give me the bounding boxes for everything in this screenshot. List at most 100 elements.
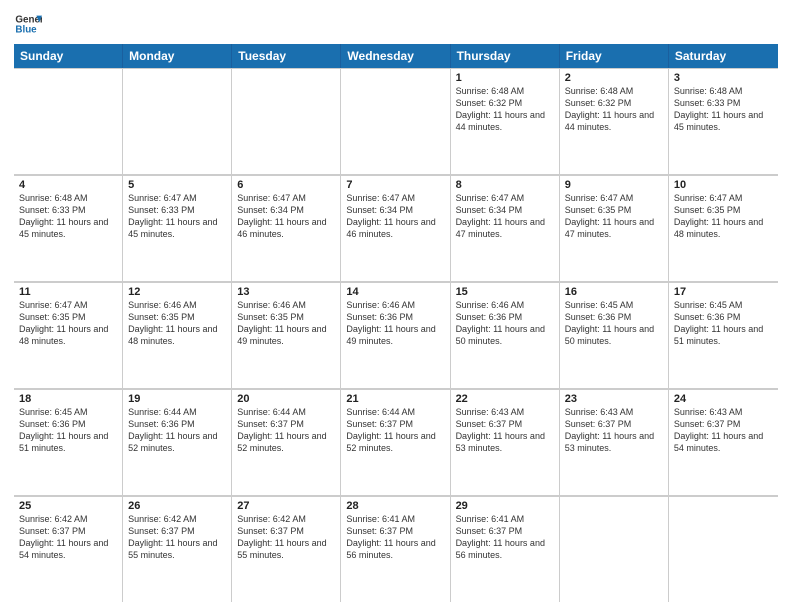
calendar-day-cell: 15Sunrise: 6:46 AM Sunset: 6:36 PM Dayli…	[451, 282, 560, 388]
day-number: 14	[346, 286, 444, 298]
day-number: 4	[19, 179, 117, 191]
day-number: 13	[237, 286, 335, 298]
day-number: 5	[128, 179, 226, 191]
day-info: Sunrise: 6:47 AM Sunset: 6:34 PM Dayligh…	[456, 192, 554, 241]
calendar-day-cell: 18Sunrise: 6:45 AM Sunset: 6:36 PM Dayli…	[14, 389, 123, 495]
day-of-week-header: Saturday	[669, 44, 778, 68]
day-number: 7	[346, 179, 444, 191]
day-info: Sunrise: 6:43 AM Sunset: 6:37 PM Dayligh…	[456, 406, 554, 455]
day-number: 23	[565, 393, 663, 405]
day-info: Sunrise: 6:48 AM Sunset: 6:33 PM Dayligh…	[674, 85, 773, 134]
day-number: 27	[237, 500, 335, 512]
calendar-day-cell: 27Sunrise: 6:42 AM Sunset: 6:37 PM Dayli…	[232, 496, 341, 602]
calendar-day-cell: 17Sunrise: 6:45 AM Sunset: 6:36 PM Dayli…	[669, 282, 778, 388]
day-info: Sunrise: 6:46 AM Sunset: 6:35 PM Dayligh…	[128, 299, 226, 348]
logo: General Blue	[14, 10, 42, 38]
day-number: 3	[674, 72, 773, 84]
day-number: 24	[674, 393, 773, 405]
day-number: 15	[456, 286, 554, 298]
day-info: Sunrise: 6:45 AM Sunset: 6:36 PM Dayligh…	[565, 299, 663, 348]
day-number: 25	[19, 500, 117, 512]
calendar-day-cell: 7Sunrise: 6:47 AM Sunset: 6:34 PM Daylig…	[341, 175, 450, 281]
day-number: 29	[456, 500, 554, 512]
calendar-day-cell: 13Sunrise: 6:46 AM Sunset: 6:35 PM Dayli…	[232, 282, 341, 388]
calendar-day-cell: 21Sunrise: 6:44 AM Sunset: 6:37 PM Dayli…	[341, 389, 450, 495]
day-number: 12	[128, 286, 226, 298]
calendar-day-cell: 3Sunrise: 6:48 AM Sunset: 6:33 PM Daylig…	[669, 68, 778, 174]
calendar-day-cell: 1Sunrise: 6:48 AM Sunset: 6:32 PM Daylig…	[451, 68, 560, 174]
day-of-week-header: Monday	[123, 44, 232, 68]
day-number: 28	[346, 500, 444, 512]
calendar: SundayMondayTuesdayWednesdayThursdayFrid…	[14, 44, 778, 602]
svg-text:Blue: Blue	[15, 24, 37, 35]
calendar-empty-cell	[14, 68, 123, 174]
calendar-header-row: SundayMondayTuesdayWednesdayThursdayFrid…	[14, 44, 778, 68]
page: General Blue SundayMondayTuesdayWednesda…	[0, 0, 792, 612]
calendar-day-cell: 20Sunrise: 6:44 AM Sunset: 6:37 PM Dayli…	[232, 389, 341, 495]
calendar-week-row: 25Sunrise: 6:42 AM Sunset: 6:37 PM Dayli…	[14, 496, 778, 602]
logo-icon: General Blue	[14, 10, 42, 38]
day-info: Sunrise: 6:42 AM Sunset: 6:37 PM Dayligh…	[128, 513, 226, 562]
day-info: Sunrise: 6:44 AM Sunset: 6:37 PM Dayligh…	[346, 406, 444, 455]
day-number: 9	[565, 179, 663, 191]
day-info: Sunrise: 6:43 AM Sunset: 6:37 PM Dayligh…	[674, 406, 773, 455]
day-info: Sunrise: 6:41 AM Sunset: 6:37 PM Dayligh…	[346, 513, 444, 562]
calendar-day-cell: 16Sunrise: 6:45 AM Sunset: 6:36 PM Dayli…	[560, 282, 669, 388]
day-of-week-header: Thursday	[451, 44, 560, 68]
calendar-empty-cell	[560, 496, 669, 602]
calendar-day-cell: 12Sunrise: 6:46 AM Sunset: 6:35 PM Dayli…	[123, 282, 232, 388]
day-number: 26	[128, 500, 226, 512]
day-info: Sunrise: 6:45 AM Sunset: 6:36 PM Dayligh…	[19, 406, 117, 455]
day-info: Sunrise: 6:46 AM Sunset: 6:36 PM Dayligh…	[456, 299, 554, 348]
day-info: Sunrise: 6:45 AM Sunset: 6:36 PM Dayligh…	[674, 299, 773, 348]
calendar-day-cell: 6Sunrise: 6:47 AM Sunset: 6:34 PM Daylig…	[232, 175, 341, 281]
calendar-empty-cell	[232, 68, 341, 174]
day-number: 11	[19, 286, 117, 298]
day-info: Sunrise: 6:47 AM Sunset: 6:34 PM Dayligh…	[346, 192, 444, 241]
day-info: Sunrise: 6:47 AM Sunset: 6:34 PM Dayligh…	[237, 192, 335, 241]
day-info: Sunrise: 6:47 AM Sunset: 6:35 PM Dayligh…	[565, 192, 663, 241]
day-number: 16	[565, 286, 663, 298]
calendar-empty-cell	[341, 68, 450, 174]
calendar-week-row: 11Sunrise: 6:47 AM Sunset: 6:35 PM Dayli…	[14, 282, 778, 389]
day-info: Sunrise: 6:41 AM Sunset: 6:37 PM Dayligh…	[456, 513, 554, 562]
day-number: 17	[674, 286, 773, 298]
calendar-day-cell: 25Sunrise: 6:42 AM Sunset: 6:37 PM Dayli…	[14, 496, 123, 602]
calendar-empty-cell	[123, 68, 232, 174]
day-of-week-header: Tuesday	[232, 44, 341, 68]
day-number: 1	[456, 72, 554, 84]
day-info: Sunrise: 6:48 AM Sunset: 6:32 PM Dayligh…	[565, 85, 663, 134]
calendar-day-cell: 10Sunrise: 6:47 AM Sunset: 6:35 PM Dayli…	[669, 175, 778, 281]
day-of-week-header: Wednesday	[341, 44, 450, 68]
day-info: Sunrise: 6:42 AM Sunset: 6:37 PM Dayligh…	[237, 513, 335, 562]
calendar-week-row: 1Sunrise: 6:48 AM Sunset: 6:32 PM Daylig…	[14, 68, 778, 175]
day-info: Sunrise: 6:48 AM Sunset: 6:32 PM Dayligh…	[456, 85, 554, 134]
calendar-day-cell: 5Sunrise: 6:47 AM Sunset: 6:33 PM Daylig…	[123, 175, 232, 281]
day-number: 2	[565, 72, 663, 84]
calendar-day-cell: 19Sunrise: 6:44 AM Sunset: 6:36 PM Dayli…	[123, 389, 232, 495]
day-info: Sunrise: 6:47 AM Sunset: 6:35 PM Dayligh…	[19, 299, 117, 348]
calendar-day-cell: 29Sunrise: 6:41 AM Sunset: 6:37 PM Dayli…	[451, 496, 560, 602]
day-info: Sunrise: 6:47 AM Sunset: 6:35 PM Dayligh…	[674, 192, 773, 241]
header: General Blue	[14, 10, 778, 38]
day-info: Sunrise: 6:43 AM Sunset: 6:37 PM Dayligh…	[565, 406, 663, 455]
day-info: Sunrise: 6:44 AM Sunset: 6:36 PM Dayligh…	[128, 406, 226, 455]
day-number: 22	[456, 393, 554, 405]
calendar-day-cell: 4Sunrise: 6:48 AM Sunset: 6:33 PM Daylig…	[14, 175, 123, 281]
day-number: 6	[237, 179, 335, 191]
day-number: 20	[237, 393, 335, 405]
day-info: Sunrise: 6:42 AM Sunset: 6:37 PM Dayligh…	[19, 513, 117, 562]
calendar-day-cell: 11Sunrise: 6:47 AM Sunset: 6:35 PM Dayli…	[14, 282, 123, 388]
day-number: 10	[674, 179, 773, 191]
calendar-week-row: 4Sunrise: 6:48 AM Sunset: 6:33 PM Daylig…	[14, 175, 778, 282]
calendar-day-cell: 2Sunrise: 6:48 AM Sunset: 6:32 PM Daylig…	[560, 68, 669, 174]
calendar-day-cell: 26Sunrise: 6:42 AM Sunset: 6:37 PM Dayli…	[123, 496, 232, 602]
calendar-week-row: 18Sunrise: 6:45 AM Sunset: 6:36 PM Dayli…	[14, 389, 778, 496]
day-number: 19	[128, 393, 226, 405]
day-number: 18	[19, 393, 117, 405]
day-of-week-header: Friday	[560, 44, 669, 68]
day-number: 8	[456, 179, 554, 191]
calendar-day-cell: 8Sunrise: 6:47 AM Sunset: 6:34 PM Daylig…	[451, 175, 560, 281]
day-info: Sunrise: 6:47 AM Sunset: 6:33 PM Dayligh…	[128, 192, 226, 241]
calendar-day-cell: 14Sunrise: 6:46 AM Sunset: 6:36 PM Dayli…	[341, 282, 450, 388]
